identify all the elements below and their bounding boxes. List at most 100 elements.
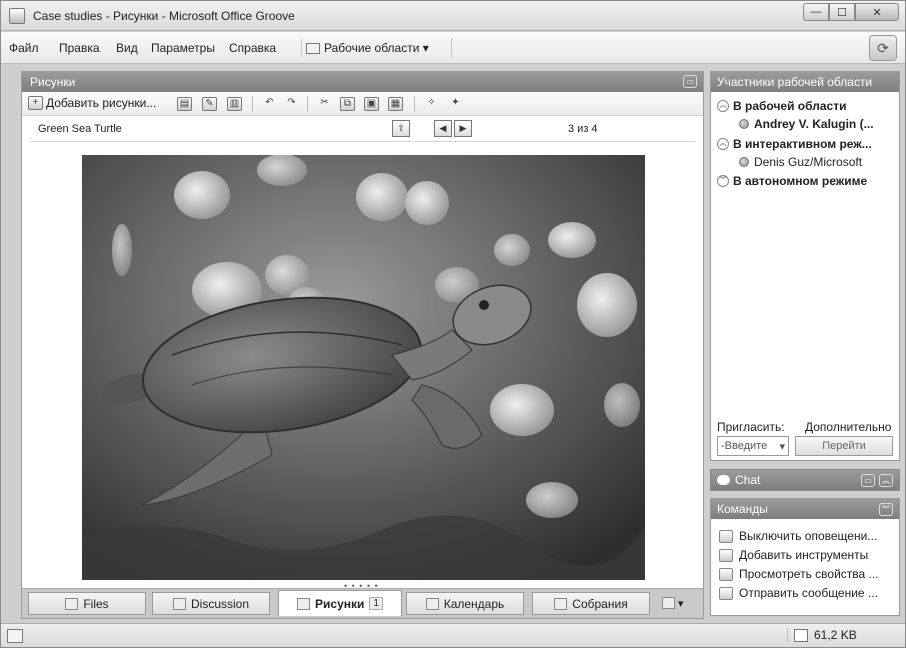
previous-picture-button[interactable]: ◀ [434, 120, 452, 137]
close-button[interactable]: ✕ [855, 3, 899, 21]
invite-label: Пригласить: [717, 420, 785, 434]
unread-count-badge: 1 [369, 597, 383, 610]
tab-calendar[interactable]: Календарь [406, 592, 524, 615]
mark-read-icon[interactable]: ✧ [424, 97, 439, 111]
pictures-panel-title: Рисунки [30, 75, 76, 89]
minimize-button[interactable]: — [803, 3, 829, 21]
group-in-workspace[interactable]: ︽ В рабочей области [717, 99, 846, 113]
go-button[interactable]: Перейти [795, 436, 893, 456]
next-picture-button[interactable]: ▶ [454, 120, 472, 137]
paste-special-icon[interactable]: ▦ [388, 97, 403, 111]
picture-counter: 3 из 4 [568, 123, 598, 135]
toolbar-separator [307, 96, 308, 112]
chevron-down-icon: ▾ [678, 598, 684, 610]
menu-help[interactable]: Справка [229, 41, 276, 55]
paste-icon[interactable]: ▣ [364, 97, 379, 111]
toolbar-separator [414, 96, 415, 112]
workspaces-icon [306, 42, 320, 54]
groove-window: Case studies - Рисунки - Microsoft Offic… [0, 0, 906, 648]
redo-icon[interactable]: ↷ [284, 97, 299, 111]
tab-files-label: Files [83, 596, 109, 611]
chat-header-controls: ▭ ︽ [861, 473, 893, 487]
menu-edit[interactable]: Правка [59, 41, 100, 55]
command-label: Добавить инструменты [739, 548, 869, 562]
workspace-size: 61,2 KB [787, 628, 857, 642]
chat-header[interactable]: Chat ▭ ︽ [710, 469, 900, 491]
add-tool-icon [662, 597, 675, 609]
member-andrey[interactable]: Andrey V. Kalugin (... [739, 117, 874, 131]
meetings-icon [554, 597, 568, 610]
commands-header[interactable]: Команды ︾ [711, 499, 899, 519]
pictures-icon [297, 597, 311, 610]
status-bar: 61,2 KB [1, 623, 905, 647]
calendar-icon [425, 597, 439, 610]
invite-input[interactable]: -Введите ▾ [717, 436, 789, 456]
presence-icon [739, 157, 749, 167]
pictures-toolbar: + Добавить рисунки... ▤ ✎ ▥ ↶ ↷ ✂ ⧉ ▣ ▦ … [22, 92, 703, 116]
undock-icon[interactable]: ▭ [861, 473, 875, 487]
group-label: В интерактивном реж... [733, 137, 872, 151]
add-tool-button[interactable]: ▾ [662, 597, 684, 610]
undock-icon[interactable]: ▭ [683, 75, 697, 88]
mark-unread-icon[interactable]: ✦ [448, 97, 463, 111]
sea-turtle-image [82, 155, 645, 580]
pictures-panel: Рисунки ▭ + Добавить рисунки... ▤ ✎ ▥ ↶ … [21, 71, 704, 619]
delete-icon[interactable]: ▥ [227, 97, 242, 111]
menu-file[interactable]: Файл [9, 41, 39, 55]
commands-title: Команды [717, 502, 768, 516]
member-denis[interactable]: Denis Guz/Microsoft [739, 155, 862, 169]
status-icon[interactable] [7, 629, 23, 643]
window-title: Case studies - Рисунки - Microsoft Offic… [33, 9, 295, 23]
undo-icon[interactable]: ↶ [262, 97, 277, 111]
command-disable-alerts[interactable]: Выключить оповещени... [719, 529, 877, 543]
group-label: В рабочей области [733, 99, 847, 113]
files-icon [65, 597, 79, 610]
chat-title: Chat [735, 473, 761, 487]
cut-icon[interactable]: ✂ [317, 97, 332, 111]
command-add-tools[interactable]: Добавить инструменты [719, 548, 868, 562]
tab-meetings-label: Собрания [572, 596, 628, 611]
more-options-link[interactable]: Дополнительно [805, 420, 891, 434]
edit-icon[interactable]: ✎ [202, 97, 217, 111]
save-icon[interactable]: ▤ [177, 97, 192, 111]
tab-discussion[interactable]: Discussion [152, 592, 270, 615]
collapse-icon: ︽ [717, 138, 729, 150]
command-view-properties[interactable]: Просмотреть свойства ... [719, 567, 879, 581]
menu-view[interactable]: Вид [116, 41, 138, 55]
command-label: Выключить оповещени... [739, 529, 878, 543]
tab-discussion-label: Discussion [190, 596, 250, 611]
tab-pictures[interactable]: Рисунки 1 [278, 590, 402, 616]
window-controls: — ☐ ✕ [803, 3, 899, 21]
menu-bar: Файл Правка Вид Параметры Справка Рабочи… [1, 32, 905, 64]
collapse-icon[interactable]: ︾ [879, 502, 893, 516]
fullsize-icon[interactable]: ⇧ [392, 120, 410, 137]
copy-icon[interactable]: ⧉ [340, 97, 355, 111]
picture-name: Green Sea Turtle [38, 123, 122, 135]
groove-logo-icon[interactable]: ⟳ [869, 35, 897, 61]
groove-app-icon [9, 8, 25, 24]
add-pictures-button[interactable]: + Добавить рисунки... [28, 96, 156, 110]
group-offline[interactable]: ︾ В автономном режиме [717, 174, 867, 188]
expand-icon: ︾ [717, 175, 729, 187]
command-label: Отправить сообщение ... [739, 586, 878, 600]
group-online[interactable]: ︽ В интерактивном реж... [717, 137, 872, 151]
alerts-icon [719, 529, 733, 543]
menu-options[interactable]: Параметры [151, 41, 215, 55]
tab-files[interactable]: Files [28, 592, 146, 615]
properties-icon [719, 567, 733, 581]
chat-icon [717, 475, 730, 485]
title-bar: Case studies - Рисунки - Microsoft Offic… [1, 1, 905, 31]
picture-display [82, 155, 645, 580]
workspaces-dropdown[interactable]: Рабочие области ▾ [301, 39, 433, 57]
command-send-message[interactable]: Отправить сообщение ... [719, 586, 878, 600]
maximize-button[interactable]: ☐ [829, 3, 855, 21]
menu-address-area [451, 38, 869, 58]
send-message-icon [719, 586, 733, 600]
member-name: Andrey V. Kalugin (... [754, 117, 874, 131]
tab-meetings[interactable]: Собрания [532, 592, 650, 615]
participants-panel: Участники рабочей области ︽ В рабочей об… [710, 71, 900, 461]
command-label: Просмотреть свойства ... [739, 567, 879, 581]
add-pictures-label: Добавить рисунки... [46, 96, 157, 110]
expand-icon[interactable]: ︽ [879, 473, 893, 487]
tool-tabs: Files Discussion Рисунки 1 Календарь Соб… [22, 588, 703, 618]
